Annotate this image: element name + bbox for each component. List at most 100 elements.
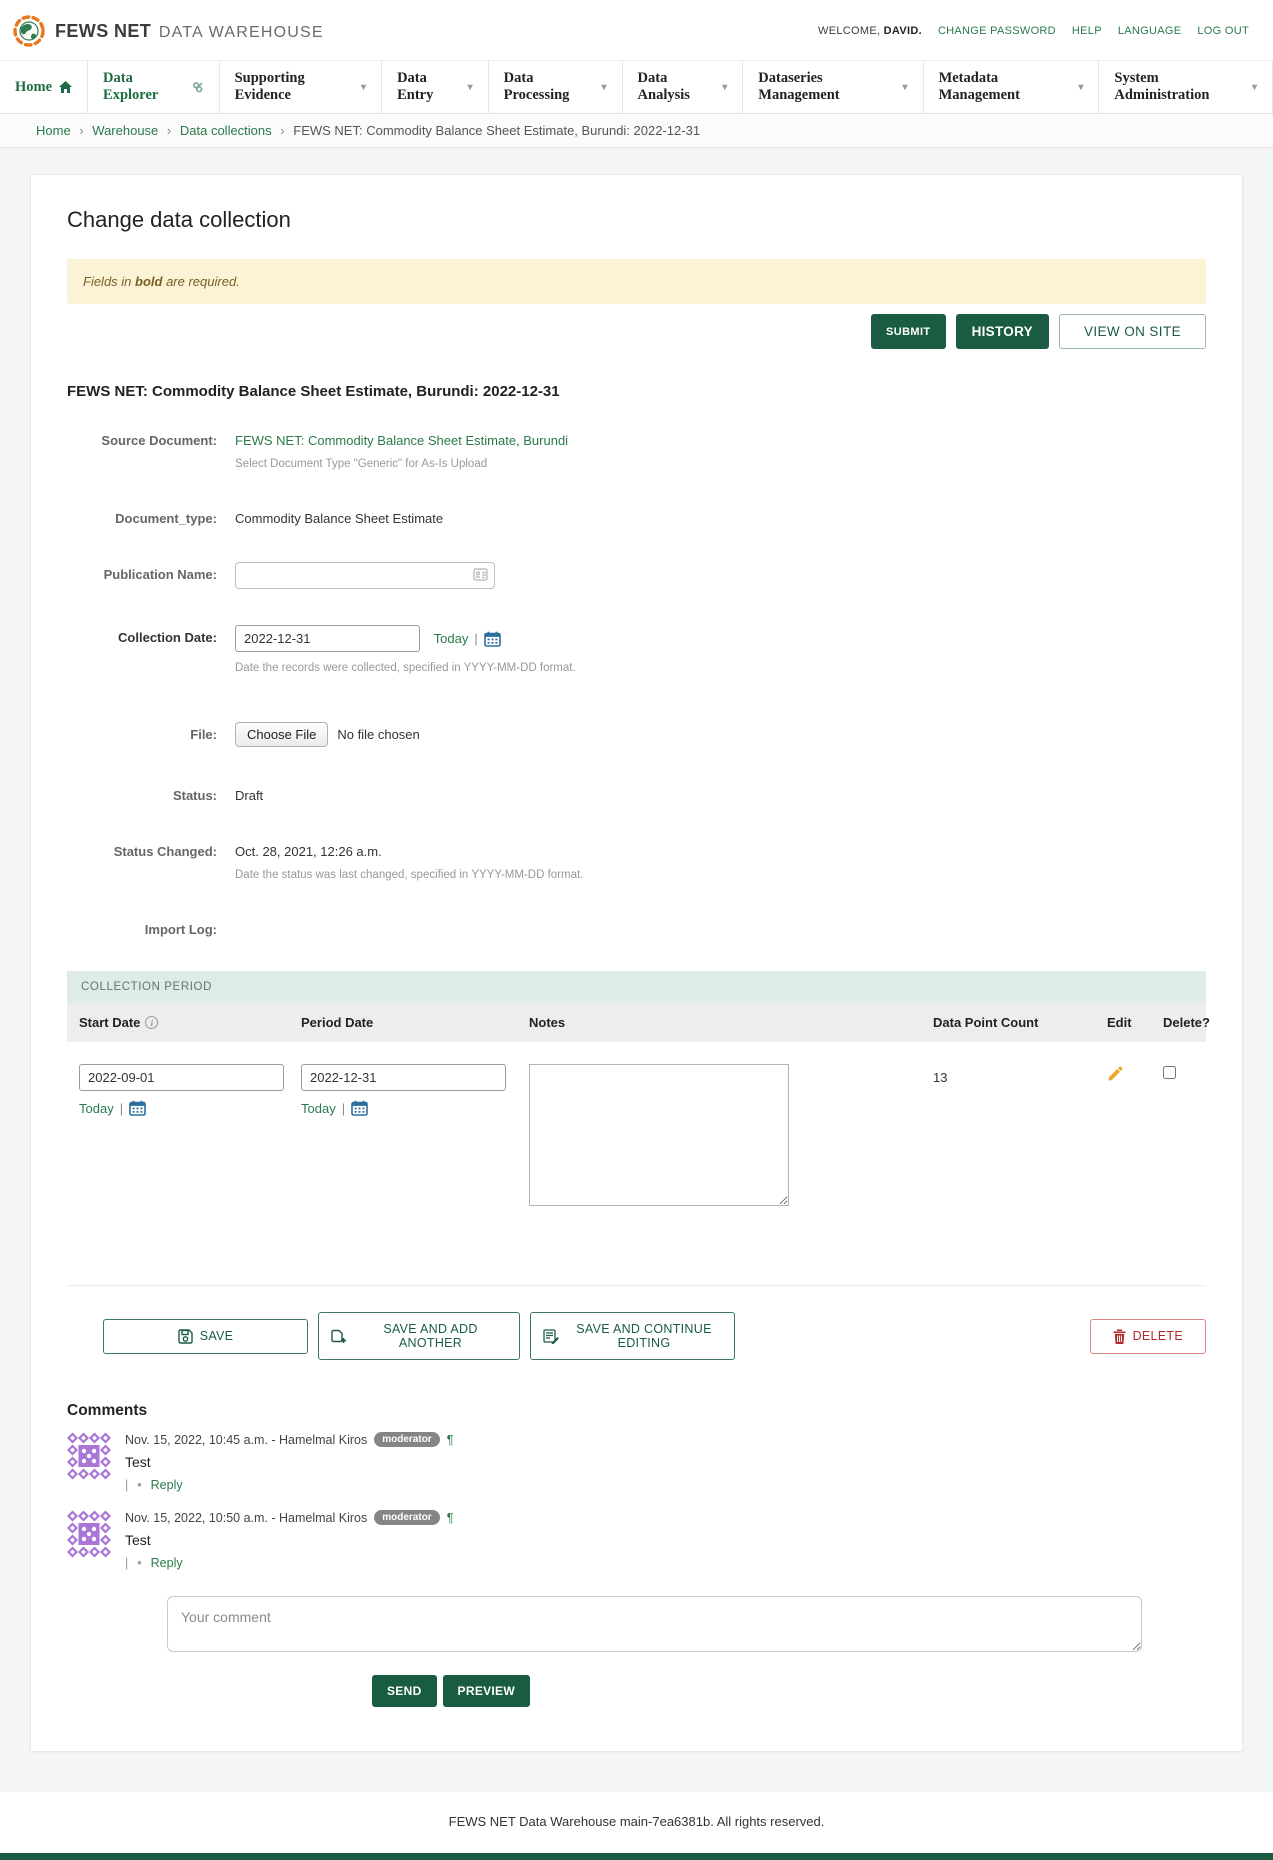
nav-item-system-administration[interactable]: System Administration▾: [1099, 61, 1273, 113]
logo-primary-text: FEWS NET: [55, 21, 151, 41]
data-point-count-value: 13: [921, 1042, 1095, 1219]
period-date-input[interactable]: [301, 1064, 506, 1091]
file-chosen-status: No file chosen: [337, 727, 419, 742]
footer-text: FEWS NET Data Warehouse main-7ea6381b. A…: [0, 1792, 1273, 1853]
lookup-card-icon[interactable]: [473, 568, 488, 581]
nav-item-data-entry[interactable]: Data Entry▾: [382, 61, 489, 113]
field-document-type: Document_type: Commodity Balance Sheet E…: [67, 506, 1206, 526]
page-background: Change data collection Fields in bold ar…: [0, 148, 1273, 1792]
breadcrumb-warehouse[interactable]: Warehouse: [92, 123, 158, 138]
info-icon: i: [145, 1016, 158, 1029]
save-and-continue-editing-button[interactable]: SAVE AND CONTINUE EDITING: [530, 1312, 735, 1360]
chevron-down-icon: ▾: [361, 82, 366, 93]
field-label: Publication Name:: [67, 562, 217, 589]
external-link-icon: [191, 81, 204, 94]
start-date-input[interactable]: [79, 1064, 284, 1091]
logout-link[interactable]: LOG OUT: [1197, 25, 1249, 37]
avatar: [67, 1432, 111, 1480]
nav-item-data-analysis[interactable]: Data Analysis▾: [623, 61, 744, 113]
page-title: Change data collection: [67, 207, 1206, 233]
field-label: File:: [67, 722, 217, 747]
view-on-site-button[interactable]: VIEW ON SITE: [1059, 314, 1206, 349]
history-button[interactable]: HISTORY: [956, 314, 1049, 349]
calendar-icon[interactable]: [484, 631, 501, 647]
publication-name-input[interactable]: [235, 562, 495, 589]
separator: |: [474, 631, 477, 646]
main-nav: Home Data Explorer Supporting Evidence▾ …: [0, 60, 1273, 114]
trash-icon: [1113, 1329, 1126, 1344]
breadcrumb-separator: ›: [167, 123, 171, 138]
globe-logo-icon: [12, 14, 46, 48]
divider: [67, 1285, 1206, 1286]
field-label: Status Changed:: [67, 839, 217, 881]
chevron-down-icon: ▾: [1078, 82, 1083, 93]
comment-form: SEND PREVIEW: [167, 1596, 1206, 1707]
edit-pencil-icon[interactable]: [1095, 1042, 1151, 1219]
field-import-log: Import Log:: [67, 917, 1206, 937]
nav-item-data-explorer[interactable]: Data Explorer: [88, 61, 220, 113]
col-data-point-count: Data Point Count: [921, 1003, 1095, 1042]
language-link[interactable]: LANGUAGE: [1118, 25, 1182, 37]
help-text: Select Document Type "Generic" for As-Is…: [235, 458, 568, 470]
col-edit: Edit: [1095, 1003, 1151, 1042]
save-button[interactable]: SAVE: [103, 1319, 308, 1354]
delete-checkbox[interactable]: [1163, 1066, 1176, 1079]
today-link[interactable]: Today: [434, 631, 469, 646]
permalink-icon[interactable]: ¶: [447, 1433, 454, 1447]
choose-file-button[interactable]: Choose File: [235, 722, 328, 747]
delete-button[interactable]: DELETE: [1090, 1319, 1206, 1354]
status-changed-value: Oct. 28, 2021, 12:26 a.m.: [235, 844, 382, 859]
preview-button[interactable]: PREVIEW: [443, 1675, 530, 1707]
field-label: Status:: [67, 783, 217, 803]
send-button[interactable]: SEND: [372, 1675, 437, 1707]
object-heading: FEWS NET: Commodity Balance Sheet Estima…: [67, 383, 1206, 400]
nav-item-metadata-management[interactable]: Metadata Management▾: [924, 61, 1100, 113]
logo-secondary-text: DATA WAREHOUSE: [159, 24, 324, 41]
status-value: Draft: [235, 783, 263, 803]
nav-item-data-processing[interactable]: Data Processing▾: [489, 61, 623, 113]
welcome-text: WELCOME, DAVID.: [818, 25, 922, 37]
chevron-down-icon: ▾: [722, 82, 727, 93]
comments-section: Comments: [67, 1402, 1206, 1707]
field-file: File: Choose File No file chosen: [67, 722, 1206, 747]
field-label: Import Log:: [67, 917, 217, 937]
collection-date-input[interactable]: [235, 625, 420, 652]
nav-item-supporting-evidence[interactable]: Supporting Evidence▾: [220, 61, 382, 113]
permalink-icon[interactable]: ¶: [447, 1511, 454, 1525]
username: DAVID.: [884, 25, 922, 37]
field-status: Status: Draft: [67, 783, 1206, 803]
breadcrumb-data-collections[interactable]: Data collections: [180, 123, 272, 138]
change-password-link[interactable]: CHANGE PASSWORD: [938, 25, 1056, 37]
submit-button[interactable]: SUBMIT: [871, 314, 946, 349]
separator: |: [342, 1101, 345, 1116]
home-icon: [59, 81, 72, 93]
chevron-down-icon: ▾: [468, 82, 473, 93]
collection-period-row: Today | Today |: [67, 1042, 1206, 1219]
breadcrumb-home[interactable]: Home: [36, 123, 71, 138]
reply-link[interactable]: Reply: [151, 1478, 183, 1492]
today-link[interactable]: Today: [79, 1101, 114, 1116]
save-and-add-another-button[interactable]: SAVE AND ADD ANOTHER: [318, 1312, 520, 1360]
comment-body: Test: [125, 1532, 453, 1548]
save-edit-icon: [543, 1329, 559, 1344]
reply-link[interactable]: Reply: [151, 1556, 183, 1570]
app-header: FEWS NET DATA WAREHOUSE WELCOME, DAVID. …: [0, 0, 1273, 60]
logo[interactable]: FEWS NET DATA WAREHOUSE: [12, 14, 324, 48]
notes-textarea[interactable]: [529, 1064, 789, 1206]
moderator-badge: moderator: [374, 1510, 439, 1525]
source-document-link[interactable]: FEWS NET: Commodity Balance Sheet Estima…: [235, 433, 568, 448]
field-publication-name: Publication Name:: [67, 562, 1206, 589]
dot-separator: •: [137, 1556, 141, 1570]
dot-separator: •: [137, 1478, 141, 1492]
today-link[interactable]: Today: [301, 1101, 336, 1116]
separator: |: [120, 1101, 123, 1116]
chevron-down-icon: ▾: [602, 82, 607, 93]
comment-body: Test: [125, 1454, 453, 1470]
comment-item: Nov. 15, 2022, 10:50 a.m. - Hamelmal Kir…: [67, 1510, 1206, 1570]
help-link[interactable]: HELP: [1072, 25, 1102, 37]
nav-item-home[interactable]: Home: [0, 61, 88, 113]
calendar-icon[interactable]: [129, 1100, 146, 1116]
comment-textarea[interactable]: [167, 1596, 1142, 1652]
calendar-icon[interactable]: [351, 1100, 368, 1116]
nav-item-dataseries-management[interactable]: Dataseries Management▾: [743, 61, 923, 113]
